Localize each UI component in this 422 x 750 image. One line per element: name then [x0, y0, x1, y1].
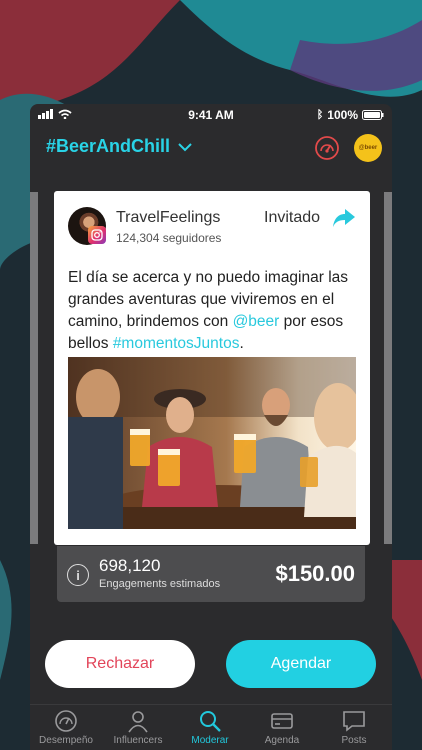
tab-desempeno[interactable]: Desempeño: [30, 709, 104, 746]
battery-icon: [362, 110, 384, 120]
tab-moderar[interactable]: Moderar: [172, 709, 248, 746]
card-icon: [271, 713, 293, 729]
battery-percent: 100%: [327, 108, 358, 122]
info-icon[interactable]: i: [67, 564, 89, 586]
engagements-value: 698,120: [99, 556, 161, 575]
search-icon: [200, 711, 221, 732]
share-arrow-icon[interactable]: [332, 208, 356, 228]
brand-logo[interactable]: @beer: [354, 134, 382, 162]
chat-icon: [343, 711, 365, 732]
tab-agenda[interactable]: Agenda: [244, 709, 320, 746]
app-header: #BeerAndChill @beer: [30, 128, 392, 168]
post-photo: [68, 357, 356, 529]
instagram-icon: [88, 226, 106, 244]
post-caption: El día se acerca y no puedo imaginar las…: [68, 269, 349, 352]
chevron-down-icon: [178, 142, 192, 151]
tab-influencers[interactable]: Influencers: [100, 709, 176, 746]
status-bar: 9:41 AM ᛒ 100%: [30, 104, 392, 126]
campaign-selector[interactable]: #BeerAndChill: [46, 136, 192, 157]
bluetooth-icon: ᛒ: [316, 109, 324, 121]
schedule-button[interactable]: Agendar: [226, 640, 376, 688]
hashtag-link[interactable]: #momentosJuntos: [113, 335, 240, 352]
gauge-icon: [55, 710, 77, 732]
engagements-label: Engagements estimados: [99, 578, 221, 590]
follower-count: 124,304 seguidores: [116, 231, 222, 245]
stats-bar: i 698,120 Engagements estimados $150.00: [57, 546, 365, 602]
tab-bar: Desempeño Influencers Moderar Agenda Pos…: [30, 704, 392, 750]
post-card[interactable]: TravelFeelings 124,304 seguidores Invita…: [54, 191, 370, 545]
mention-link[interactable]: @beer: [233, 313, 280, 330]
next-card-edge: [384, 192, 392, 544]
gauge-icon[interactable]: [314, 135, 340, 161]
campaign-title: #BeerAndChill: [46, 136, 171, 156]
reject-button[interactable]: Rechazar: [45, 640, 195, 688]
influencer-name[interactable]: TravelFeelings: [116, 209, 220, 227]
phone-screen: 9:41 AM ᛒ 100% #BeerAndChill @beer Trave…: [30, 104, 392, 750]
prev-card-edge: [30, 192, 38, 544]
price-value: $150.00: [275, 561, 355, 586]
tab-posts[interactable]: Posts: [316, 709, 392, 746]
person-icon: [128, 711, 148, 733]
invite-status: Invitado: [264, 209, 321, 226]
